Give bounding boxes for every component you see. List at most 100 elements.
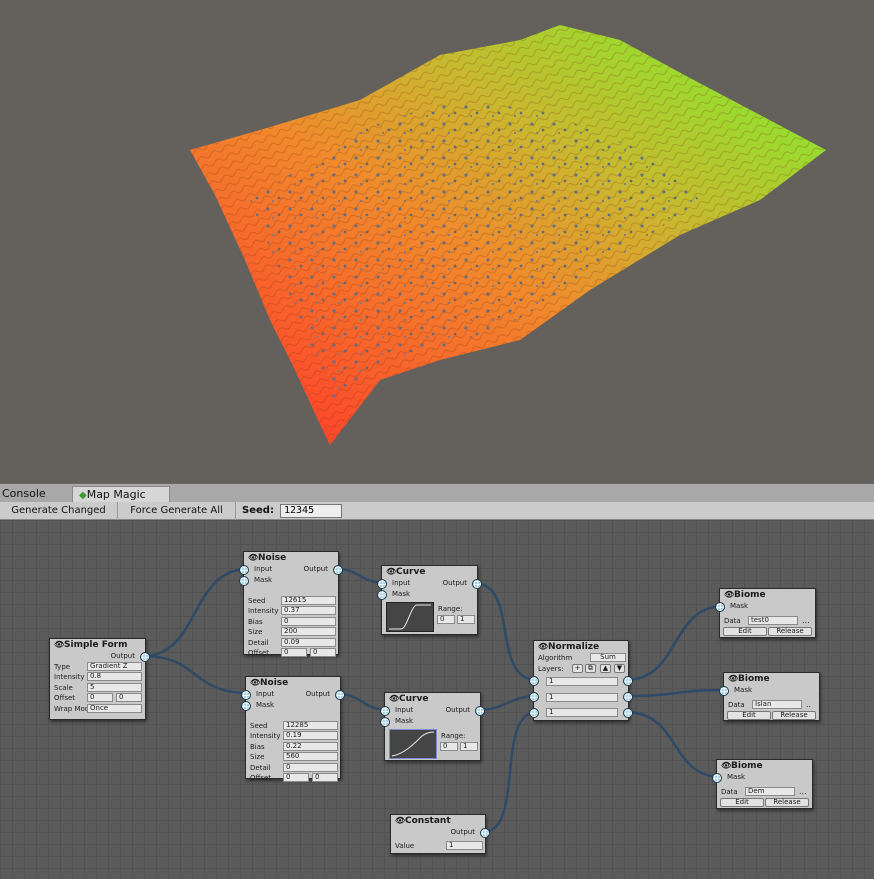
biome-node-2[interactable]: 👁 Biome Mask Data Islan.. Edit Release bbox=[719, 672, 820, 721]
curve-graph bbox=[391, 731, 435, 757]
eye-icon[interactable]: 👁 bbox=[250, 678, 260, 687]
input-port[interactable] bbox=[241, 690, 251, 700]
scene-viewport[interactable] bbox=[0, 0, 874, 483]
layer-1-input-port[interactable] bbox=[529, 676, 539, 686]
data-asset-field[interactable]: test0 bbox=[748, 615, 798, 625]
curve-node-1[interactable]: 👁 Curve Input Output Mask Range: 0 1 bbox=[377, 565, 482, 635]
biome-node-3[interactable]: 👁 Biome Mask Data Dem... Edit Release bbox=[712, 759, 813, 809]
eye-icon[interactable]: 👁 bbox=[248, 553, 258, 562]
curve-editor[interactable] bbox=[386, 602, 434, 632]
layer-1-field[interactable]: 1 bbox=[546, 677, 618, 686]
mask-port[interactable] bbox=[715, 602, 725, 612]
bias-field[interactable]: 0.22 bbox=[283, 741, 338, 751]
node-graph-canvas[interactable]: 👁 Simple Form Output Type Gradient Z Inten… bbox=[0, 520, 874, 879]
mask-port[interactable] bbox=[241, 701, 251, 711]
tab-console[interactable]: Console bbox=[0, 486, 52, 503]
layer-2-output-port[interactable] bbox=[623, 692, 633, 702]
output-port[interactable] bbox=[333, 565, 343, 575]
curve-editor[interactable] bbox=[389, 729, 437, 759]
range-min-field[interactable]: 0 bbox=[440, 742, 458, 751]
input-port[interactable] bbox=[380, 706, 390, 716]
intensity-field[interactable]: 0.8 bbox=[87, 672, 142, 681]
mask-port[interactable] bbox=[719, 686, 729, 696]
bias-field[interactable]: 0 bbox=[281, 616, 336, 626]
data-asset-field[interactable]: Islan bbox=[752, 699, 802, 709]
output-port[interactable] bbox=[480, 828, 490, 838]
eye-icon[interactable]: 👁 bbox=[54, 640, 64, 649]
layer-3-input-port[interactable] bbox=[529, 708, 539, 718]
offset-x-field[interactable]: 0 bbox=[87, 693, 113, 702]
node-title: Curve bbox=[399, 694, 429, 704]
noise-node-2[interactable]: 👁 Noise Input Output Mask Seed 12285 Intens… bbox=[241, 676, 345, 782]
input-port[interactable] bbox=[239, 565, 249, 575]
layer-1-output-port[interactable] bbox=[623, 676, 633, 686]
add-layer-button[interactable]: + bbox=[572, 663, 583, 673]
range-min-field[interactable]: 0 bbox=[437, 615, 455, 624]
layer-3-field[interactable]: 1 bbox=[546, 708, 618, 717]
detail-field[interactable]: 0.09 bbox=[281, 637, 336, 647]
mask-port[interactable] bbox=[380, 717, 390, 727]
eye-icon[interactable]: 👁 bbox=[728, 674, 738, 683]
data-asset-field[interactable]: Dem bbox=[745, 786, 795, 796]
detail-field[interactable]: 0 bbox=[283, 762, 338, 772]
more-button[interactable]: ... bbox=[802, 616, 810, 626]
size-field[interactable]: 200 bbox=[281, 627, 336, 636]
mask-port[interactable] bbox=[712, 773, 722, 783]
generate-changed-button[interactable]: Generate Changed bbox=[0, 502, 118, 520]
size-field[interactable]: 560 bbox=[283, 752, 338, 761]
value-field[interactable]: 1 bbox=[446, 840, 483, 850]
offset-label: Offset bbox=[250, 774, 272, 782]
force-generate-all-button[interactable]: Force Generate All bbox=[118, 502, 236, 520]
release-button[interactable]: Release bbox=[768, 627, 812, 636]
intensity-field[interactable]: 0.37 bbox=[281, 606, 336, 615]
move-up-button[interactable]: ▲ bbox=[600, 663, 611, 673]
more-button[interactable]: .. bbox=[806, 700, 811, 710]
seed-input[interactable]: 12345 bbox=[280, 504, 342, 518]
layer-2-field[interactable]: 1 bbox=[546, 692, 618, 702]
type-select[interactable]: Gradient Z bbox=[87, 661, 142, 671]
eye-icon[interactable]: 👁 bbox=[538, 642, 548, 651]
move-down-button[interactable]: ▼ bbox=[614, 663, 625, 673]
eye-icon[interactable]: 👁 bbox=[386, 567, 396, 576]
range-max-field[interactable]: 1 bbox=[460, 742, 478, 751]
duplicate-layer-button[interactable]: ⧉ bbox=[585, 663, 596, 673]
wrap-mode-select[interactable]: Once bbox=[87, 703, 142, 713]
seed-field[interactable]: 12615 bbox=[281, 595, 336, 605]
tab-map-magic[interactable]: ◆Map Magic bbox=[72, 486, 170, 503]
offset-x-field[interactable]: 0 bbox=[281, 648, 307, 657]
layer-3-output-port[interactable] bbox=[623, 708, 633, 718]
eye-icon[interactable]: 👁 bbox=[724, 590, 734, 599]
seed-field[interactable]: 12285 bbox=[283, 720, 338, 730]
mask-port[interactable] bbox=[239, 576, 249, 586]
offset-x-field[interactable]: 0 bbox=[283, 773, 309, 782]
range-max-field[interactable]: 1 bbox=[457, 615, 475, 624]
scale-field[interactable]: 5 bbox=[87, 682, 142, 692]
normalize-node[interactable]: 👁 Normalize Algorithm Sum Layers: + ⧉ ▲ ▼ … bbox=[529, 640, 633, 721]
eye-icon[interactable]: 👁 bbox=[389, 694, 399, 703]
noise-node-1[interactable]: 👁 Noise Input Output Mask Seed 12615 Intens… bbox=[239, 551, 343, 657]
offset-y-field[interactable]: 0 bbox=[310, 648, 336, 657]
input-port[interactable] bbox=[377, 579, 387, 589]
curve-node-2[interactable]: 👁 Curve Input Output Mask Range: 0 1 bbox=[380, 692, 485, 761]
output-port[interactable] bbox=[472, 579, 482, 589]
edit-button[interactable]: Edit bbox=[720, 798, 764, 807]
edit-button[interactable]: Edit bbox=[727, 711, 771, 720]
more-button[interactable]: ... bbox=[799, 787, 807, 797]
edit-button[interactable]: Edit bbox=[723, 627, 767, 636]
biome-node-1[interactable]: 👁 Biome Mask Data test0... Edit Release bbox=[715, 588, 816, 638]
layer-2-input-port[interactable] bbox=[529, 692, 539, 702]
release-button[interactable]: Release bbox=[772, 711, 816, 720]
output-port[interactable] bbox=[140, 652, 150, 662]
eye-icon[interactable]: 👁 bbox=[721, 761, 731, 770]
offset-y-field[interactable]: 0 bbox=[116, 693, 142, 702]
intensity-field[interactable]: 0.19 bbox=[283, 731, 338, 740]
eye-icon[interactable]: 👁 bbox=[395, 816, 405, 825]
algorithm-select[interactable]: Sum bbox=[590, 653, 626, 662]
offset-y-field[interactable]: 0 bbox=[312, 773, 338, 782]
mask-port[interactable] bbox=[377, 590, 387, 600]
constant-node[interactable]: 👁 Constant Output Value 1 bbox=[390, 814, 490, 854]
output-port[interactable] bbox=[475, 706, 485, 716]
simple-form-node[interactable]: 👁 Simple Form Output Type Gradient Z Inten… bbox=[49, 638, 150, 720]
output-port[interactable] bbox=[335, 690, 345, 700]
release-button[interactable]: Release bbox=[765, 798, 809, 807]
